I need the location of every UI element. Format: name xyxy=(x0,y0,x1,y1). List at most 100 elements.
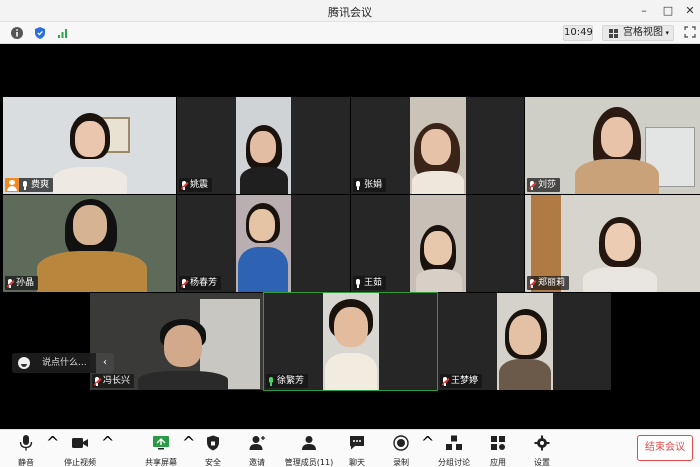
close-button[interactable]: ✕ xyxy=(682,3,698,19)
participant-name: 张娟 xyxy=(364,180,383,190)
meeting-toolbar: 静音 ^ 停止视频 ^ 共享屏幕 ^ 安全 邀请 管理成员(11) 聊天 录制 … xyxy=(0,429,700,467)
shield-icon[interactable] xyxy=(33,26,47,40)
stop-video-button[interactable]: 停止视频 xyxy=(60,433,100,467)
participant-label: 冯长兴 xyxy=(92,374,135,388)
mic-muted-icon xyxy=(6,278,15,288)
video-tile[interactable]: 费爽 xyxy=(3,97,176,194)
settings-label: 设置 xyxy=(534,458,550,467)
title-bar: 腾讯会议 – □ ✕ xyxy=(0,0,700,22)
fullscreen-icon[interactable] xyxy=(684,26,696,38)
microphone-icon xyxy=(19,435,33,451)
invite-button[interactable]: 邀请 xyxy=(237,433,277,467)
share-screen-label: 共享屏幕 xyxy=(145,458,177,467)
chat-placeholder: 说点什么... xyxy=(42,358,87,368)
record-options-caret[interactable]: ^ xyxy=(421,433,434,466)
participant-label: 王梦婷 xyxy=(440,374,483,388)
mic-muted-icon xyxy=(93,376,102,386)
view-mode-button[interactable]: 宫格视图 ▾ xyxy=(602,25,674,41)
video-tile[interactable]: 杨春芳 xyxy=(177,195,350,292)
participant-label: 郑丽莉 xyxy=(527,276,570,290)
video-tile[interactable]: 张娟 xyxy=(351,97,524,194)
gear-icon xyxy=(534,435,550,451)
mic-muted-icon xyxy=(528,278,537,288)
meeting-clock: 10:49 xyxy=(563,25,593,41)
chevron-down-icon: ▾ xyxy=(665,29,669,37)
participant-name: 费爽 xyxy=(31,180,50,190)
mute-label: 静音 xyxy=(18,458,34,467)
info-icon[interactable] xyxy=(10,26,24,40)
mic-muted-icon xyxy=(441,376,450,386)
chat-button[interactable]: 聊天 xyxy=(337,433,377,467)
participant-name: 杨春芳 xyxy=(190,278,218,288)
emoji-icon[interactable] xyxy=(18,357,30,369)
participant-label: 张娟 xyxy=(353,178,387,192)
video-options-caret[interactable]: ^ xyxy=(101,433,114,466)
status-bar: 10:49 宫格视图 ▾ xyxy=(0,22,700,44)
participant-label: 杨春芳 xyxy=(179,276,222,290)
participant-name: 孙晶 xyxy=(16,278,35,288)
participant-name: 王梦婷 xyxy=(451,376,479,386)
video-tile[interactable]: 冯长兴 xyxy=(90,293,263,390)
stop-video-label: 停止视频 xyxy=(64,458,96,467)
video-camera-icon xyxy=(72,438,88,448)
record-icon xyxy=(393,435,409,451)
video-tile[interactable]: 孙晶 xyxy=(3,195,176,292)
record-label: 录制 xyxy=(393,458,409,467)
maximize-button[interactable]: □ xyxy=(660,3,676,19)
video-tile[interactable]: 刘莎 xyxy=(525,97,700,194)
video-tile[interactable]: 王梦婷 xyxy=(438,293,611,390)
apps-button[interactable]: 应用 xyxy=(478,433,518,467)
participant-name: 徐繁芳 xyxy=(277,376,305,386)
participant-label: 徐繁芳 xyxy=(266,374,309,388)
video-tile[interactable]: 郑丽莉 xyxy=(525,195,700,292)
apps-label: 应用 xyxy=(490,458,506,467)
invite-label: 邀请 xyxy=(249,458,265,467)
view-mode-label: 宫格视图 xyxy=(623,27,663,38)
security-label: 安全 xyxy=(205,458,221,467)
chat-bubble-icon xyxy=(350,436,364,450)
video-tile-active-speaker[interactable]: 徐繁芳 xyxy=(263,292,438,391)
mic-muted-icon xyxy=(180,278,189,288)
share-screen-icon xyxy=(153,436,169,450)
mute-options-caret[interactable]: ^ xyxy=(46,433,59,466)
video-tile[interactable]: 王茹 xyxy=(351,195,524,292)
members-icon xyxy=(302,436,316,450)
minimize-button[interactable]: – xyxy=(636,3,652,19)
mic-muted-icon xyxy=(180,180,189,190)
apps-grid-icon xyxy=(491,436,505,450)
record-button[interactable]: 录制 xyxy=(381,433,421,467)
breakout-rooms-button[interactable]: 分组讨论 xyxy=(434,433,474,467)
participant-label: 孙晶 xyxy=(5,276,39,290)
manage-members-button[interactable]: 管理成员(11) xyxy=(283,433,335,467)
end-meeting-button[interactable]: 结束会议 xyxy=(637,435,693,461)
mute-button[interactable]: 静音 xyxy=(6,433,46,467)
breakout-icon xyxy=(446,435,462,450)
video-grid: 费爽 姚震 张娟 刘莎 孙晶 杨春芳 王茹 郑丽莉 冯长兴 徐繁芳 王梦婷 说点… xyxy=(0,44,700,429)
participant-name: 王茹 xyxy=(364,278,383,288)
settings-button[interactable]: 设置 xyxy=(522,433,562,467)
participant-label: 姚震 xyxy=(179,178,213,192)
participant-name: 郑丽莉 xyxy=(538,278,566,288)
participant-label: 刘莎 xyxy=(527,178,561,192)
participant-name: 姚震 xyxy=(190,180,209,190)
mic-icon xyxy=(22,180,28,190)
window-title: 腾讯会议 xyxy=(328,6,372,19)
signal-icon[interactable] xyxy=(56,26,70,40)
mic-icon xyxy=(355,278,361,288)
breakout-label: 分组讨论 xyxy=(438,458,470,467)
share-options-caret[interactable]: ^ xyxy=(182,433,195,466)
chat-input[interactable]: 说点什么... ‹ xyxy=(12,353,114,373)
participant-label: 王茹 xyxy=(353,276,387,290)
mic-muted-icon xyxy=(528,180,537,190)
participant-name: 冯长兴 xyxy=(103,376,131,386)
share-screen-button[interactable]: 共享屏幕 xyxy=(141,433,181,467)
mic-speaking-icon xyxy=(268,376,274,386)
host-icon xyxy=(5,178,19,192)
collapse-chat-button[interactable]: ‹ xyxy=(96,353,114,373)
mic-icon xyxy=(355,180,361,190)
video-tile[interactable]: 姚震 xyxy=(177,97,350,194)
chat-label: 聊天 xyxy=(349,458,365,467)
participant-label: 费爽 xyxy=(5,178,54,192)
security-button[interactable]: 安全 xyxy=(193,433,233,467)
grid-view-icon xyxy=(609,29,618,38)
